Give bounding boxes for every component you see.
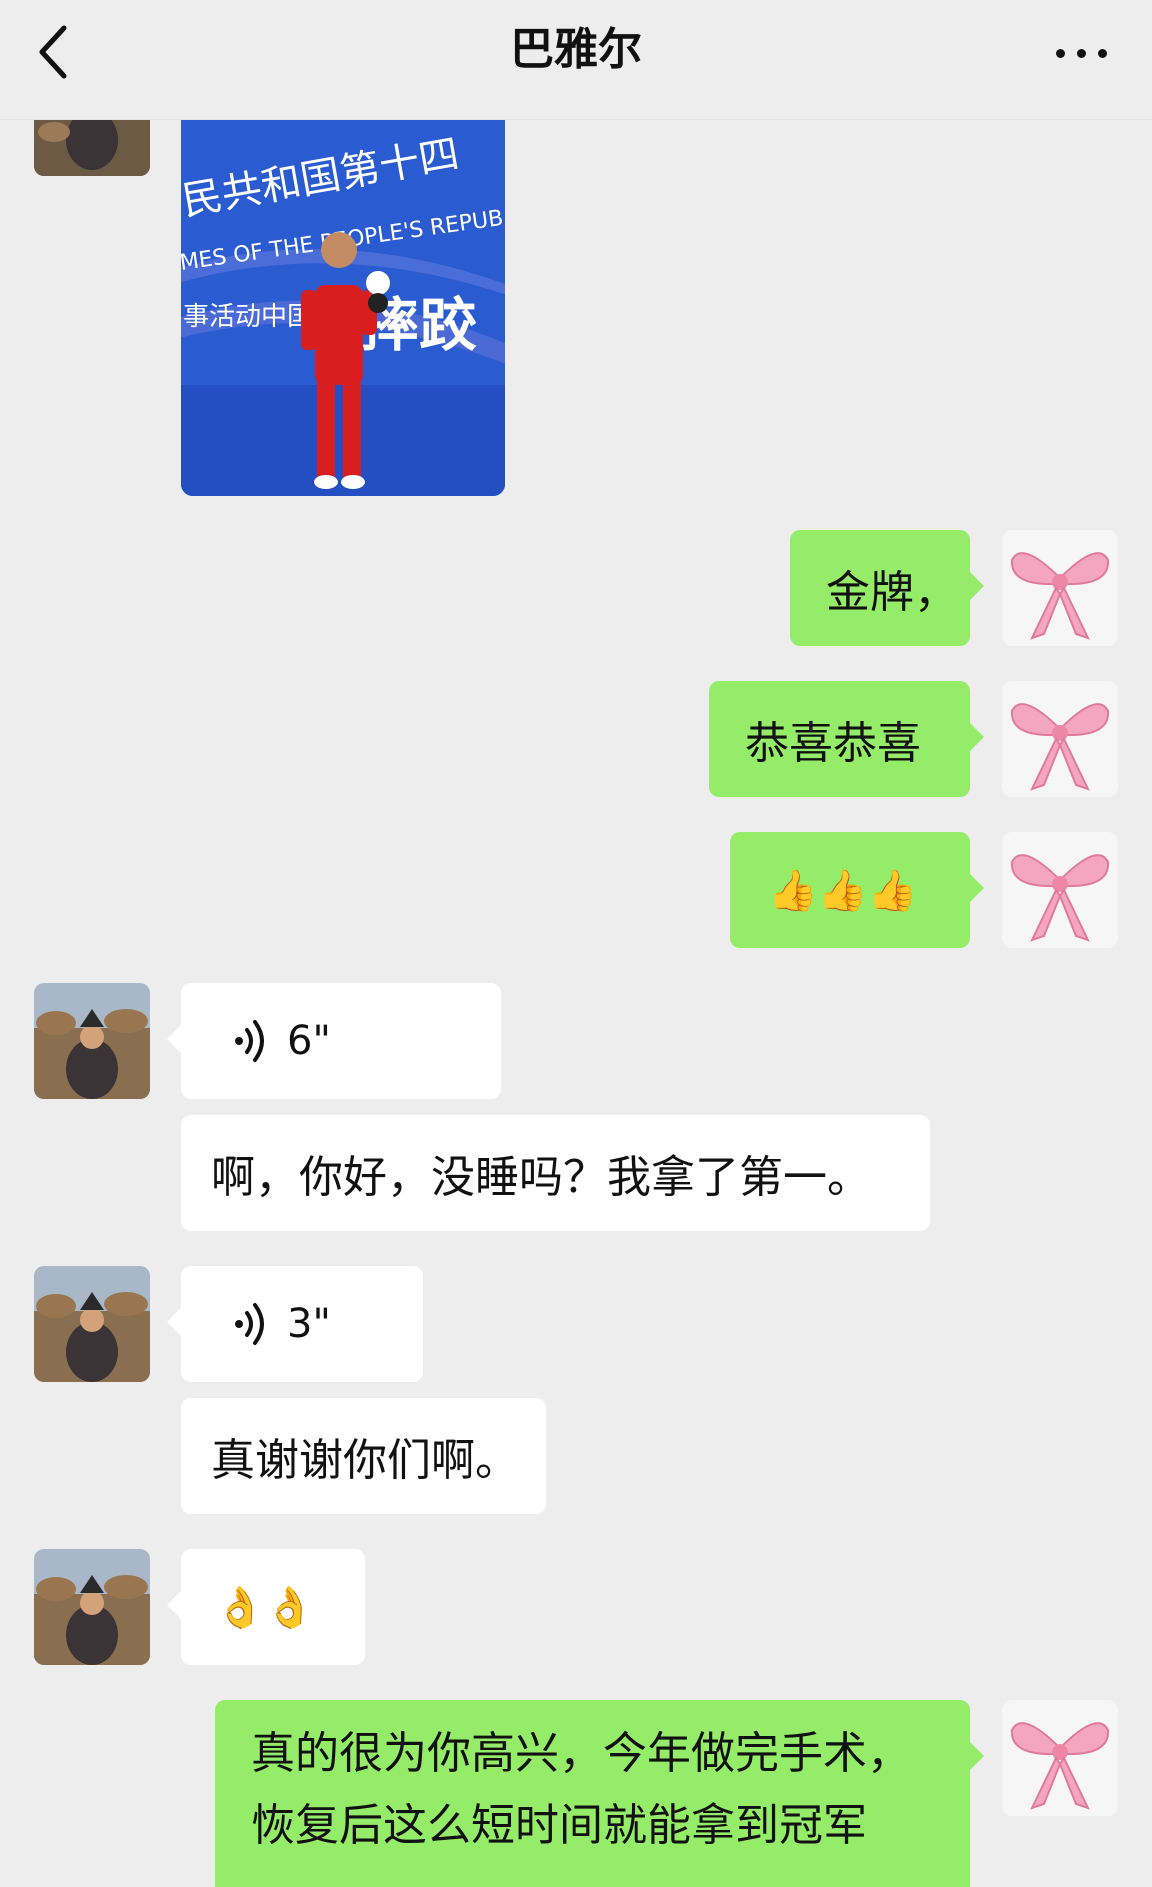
more-dots-icon [1077,49,1086,58]
message-text: 啊，你好，没睡吗？我拿了第一。 [211,1152,871,1203]
voice-duration: 6" [287,1018,331,1064]
message-bubble-outgoing[interactable]: 恭喜恭喜 [709,681,984,797]
thumbs-up-icon: 👍👍👍 [768,867,918,914]
chat-header: 巴雅尔 [0,0,1152,120]
voice-message-bubble[interactable]: 6" [167,983,501,1099]
message-text: 金牌， [826,567,958,618]
more-button[interactable] [1052,38,1112,66]
photo-message[interactable]: 民共和国第十四 MES OF THE PEOPLE'S REPUB 事活动中国 … [181,120,505,496]
chat-title: 巴雅尔 [510,24,642,75]
message-bubble-outgoing[interactable]: 金牌， [790,530,984,646]
my-avatar[interactable] [1002,530,1118,646]
photo-banner-line3: 事活动中国 [183,302,313,332]
more-dots-icon [1098,49,1107,58]
message-list[interactable]: 民共和国第十四 MES OF THE PEOPLE'S REPUB 事活动中国 … [0,0,1152,1887]
message-bubble-outgoing[interactable]: 真的很为你高兴，今年做完手术，恢复后这么短时间就能拿到冠军 [215,1700,984,1887]
pink-bow-icon [1010,1722,1110,1810]
my-avatar[interactable] [1002,832,1118,948]
contact-avatar[interactable] [34,1549,150,1665]
message-text: 真谢谢你们啊。 [211,1435,519,1486]
message-bubble-incoming[interactable]: 真谢谢你们啊。 [181,1398,546,1514]
pink-bow-icon [1010,552,1110,640]
my-avatar[interactable] [1002,1700,1118,1816]
ok-hand-icon: 👌👌 [215,1584,315,1631]
pink-bow-icon [1010,703,1110,791]
message-bubble-outgoing[interactable]: 👍👍👍 [730,832,984,948]
voice-duration: 3" [287,1301,331,1347]
message-bubble-incoming[interactable]: 啊，你好，没睡吗？我拿了第一。 [181,1115,930,1231]
contact-avatar[interactable] [34,1266,150,1382]
pink-bow-icon [1010,854,1110,942]
voice-icon [235,1303,264,1345]
voice-icon [235,1020,264,1062]
message-bubble-incoming[interactable]: 👌👌 [167,1549,365,1665]
voice-message-bubble[interactable]: 3" [167,1266,423,1382]
more-dots-icon [1056,49,1065,58]
my-avatar[interactable] [1002,681,1118,797]
message-text: 真的很为你高兴，今年做完手术，恢复后这么短时间就能拿到冠军 [251,1728,911,1851]
chat-screen: 民共和国第十四 MES OF THE PEOPLE'S REPUB 事活动中国 … [0,0,1152,1887]
contact-avatar[interactable] [34,983,150,1099]
message-text: 恭喜恭喜 [745,718,921,769]
